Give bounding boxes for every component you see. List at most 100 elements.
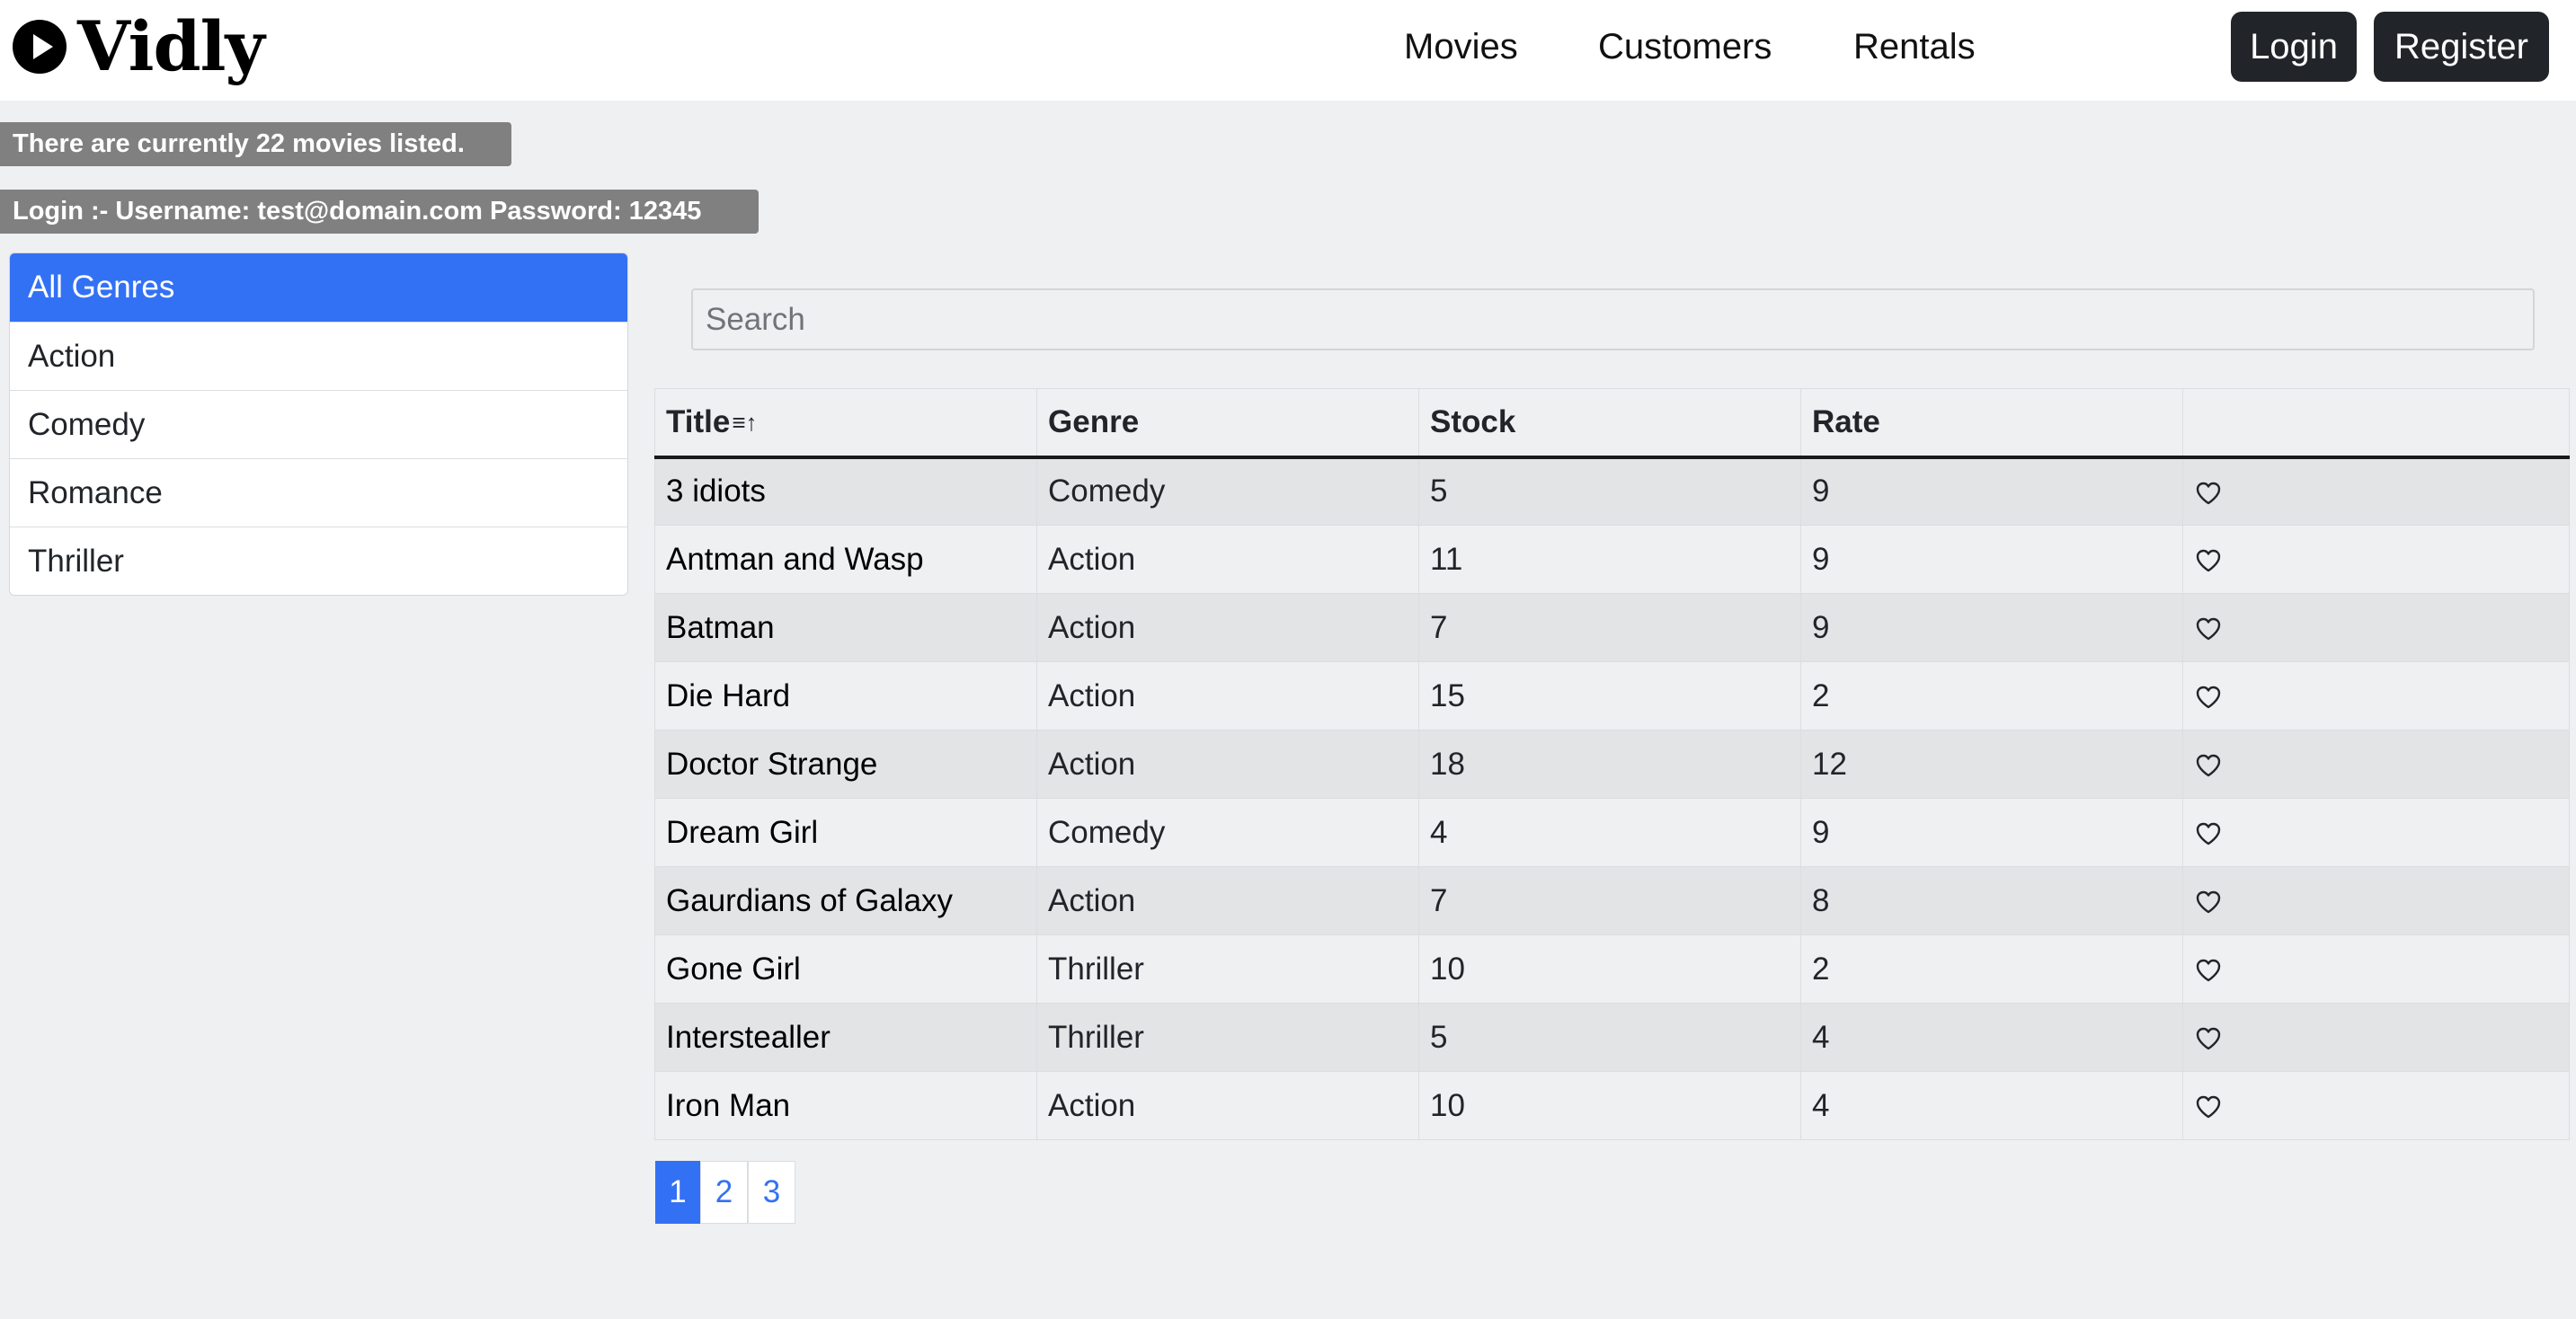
sort-alpha-ascending-icon: ≡↑: [732, 408, 758, 436]
cell-like: [2182, 593, 2570, 662]
nav-link-rentals[interactable]: Rentals: [1853, 18, 1976, 75]
cell-genre: Action: [1036, 866, 1419, 935]
heart-icon[interactable]: [2194, 479, 2223, 508]
cell-genre: Comedy: [1036, 798, 1419, 867]
heart-icon[interactable]: [2194, 546, 2223, 575]
cell-title: 3 idiots: [654, 456, 1037, 526]
login-button[interactable]: Login: [2231, 12, 2357, 82]
table-row: Batman Action 7 9: [654, 593, 2570, 662]
page-link-2[interactable]: 2: [700, 1161, 748, 1224]
cell-title: Dream Girl: [654, 798, 1037, 867]
cell-like: [2182, 798, 2570, 867]
cell-stock: 5: [1418, 456, 1801, 526]
column-header-title-label: Title: [666, 403, 731, 439]
cell-title: Interstealler: [654, 1003, 1037, 1072]
cell-genre: Thriller: [1036, 1003, 1419, 1072]
table-row: Doctor Strange Action 18 12: [654, 730, 2570, 799]
table-header-row: Title≡↑ Genre Stock Rate: [654, 388, 2570, 459]
heart-icon[interactable]: [2194, 1024, 2223, 1053]
cell-like: [2182, 934, 2570, 1004]
cell-stock: 15: [1418, 661, 1801, 730]
heart-icon[interactable]: [2194, 956, 2223, 985]
brand-logo-link[interactable]: Vidly: [11, 0, 265, 93]
login-hint-badge: Login :- Username: test@domain.com Passw…: [0, 190, 759, 234]
cell-genre: Action: [1036, 593, 1419, 662]
table-row: Iron Man Action 10 4: [654, 1071, 2570, 1140]
cell-stock: 4: [1418, 798, 1801, 867]
cell-title: Antman and Wasp: [654, 525, 1037, 594]
heart-icon[interactable]: [2194, 1093, 2223, 1121]
table-row: 3 idiots Comedy 5 9: [654, 456, 2570, 526]
table-row: Interstealler Thriller 5 4: [654, 1003, 2570, 1072]
cell-like: [2182, 525, 2570, 594]
cell-title: Gaurdians of Galaxy: [654, 866, 1037, 935]
column-header-like: [2182, 388, 2570, 459]
cell-title: Gone Girl: [654, 934, 1037, 1004]
table-row: Gaurdians of Galaxy Action 7 8: [654, 866, 2570, 935]
cell-genre: Action: [1036, 661, 1419, 730]
cell-like: [2182, 730, 2570, 799]
nav-link-movies[interactable]: Movies: [1404, 18, 1518, 75]
cell-title: Die Hard: [654, 661, 1037, 730]
cell-rate: 9: [1800, 593, 2183, 662]
cell-stock: 10: [1418, 934, 1801, 1004]
heart-icon[interactable]: [2194, 683, 2223, 712]
cell-stock: 7: [1418, 866, 1801, 935]
cell-genre: Action: [1036, 525, 1419, 594]
cell-stock: 7: [1418, 593, 1801, 662]
cell-rate: 2: [1800, 661, 2183, 730]
heart-icon[interactable]: [2194, 615, 2223, 643]
cell-rate: 9: [1800, 525, 2183, 594]
search-input[interactable]: [691, 288, 2535, 350]
cell-rate: 9: [1800, 798, 2183, 867]
table-row: Antman and Wasp Action 11 9: [654, 525, 2570, 594]
cell-rate: 8: [1800, 866, 2183, 935]
cell-stock: 10: [1418, 1071, 1801, 1140]
heart-icon[interactable]: [2194, 888, 2223, 916]
navbar: Vidly Movies Customers Rentals Login Reg…: [0, 0, 2576, 101]
cell-genre: Action: [1036, 730, 1419, 799]
genre-item-all-genres[interactable]: All Genres: [10, 253, 627, 322]
cell-like: [2182, 456, 2570, 526]
cell-genre: Thriller: [1036, 934, 1419, 1004]
genre-item-romance[interactable]: Romance: [10, 458, 627, 527]
cell-rate: 2: [1800, 934, 2183, 1004]
heart-icon[interactable]: [2194, 819, 2223, 848]
movie-count-badge: There are currently 22 movies listed.: [0, 122, 511, 166]
genre-item-action[interactable]: Action: [10, 322, 627, 390]
cell-title: Batman: [654, 593, 1037, 662]
pagination: 1 2 3: [655, 1161, 795, 1224]
cell-rate: 4: [1800, 1003, 2183, 1072]
cell-like: [2182, 1003, 2570, 1072]
cell-like: [2182, 1071, 2570, 1140]
column-header-genre[interactable]: Genre: [1036, 388, 1419, 459]
genre-list: All Genres Action Comedy Romance Thrille…: [9, 252, 628, 596]
cell-genre: Action: [1036, 1071, 1419, 1140]
table-body: 3 idiots Comedy 5 9 Antman and Wasp Action 11 9…: [654, 456, 2570, 1140]
genre-item-comedy[interactable]: Comedy: [10, 390, 627, 458]
cell-title: Iron Man: [654, 1071, 1037, 1140]
movies-table: Title≡↑ Genre Stock Rate 3 idiots Comedy 5…: [654, 388, 2570, 1140]
page-link-1[interactable]: 1: [655, 1161, 700, 1224]
cell-like: [2182, 661, 2570, 730]
column-header-title[interactable]: Title≡↑: [654, 388, 1037, 459]
nav-link-customers[interactable]: Customers: [1598, 18, 1772, 75]
table-row: Gone Girl Thriller 10 2: [654, 934, 2570, 1004]
cell-title: Doctor Strange: [654, 730, 1037, 799]
cell-like: [2182, 866, 2570, 935]
cell-stock: 5: [1418, 1003, 1801, 1072]
cell-stock: 18: [1418, 730, 1801, 799]
cell-rate: 9: [1800, 456, 2183, 526]
play-circle-icon: [11, 18, 68, 75]
column-header-rate[interactable]: Rate: [1800, 388, 2183, 459]
cell-genre: Comedy: [1036, 456, 1419, 526]
heart-icon[interactable]: [2194, 751, 2223, 780]
page-link-3[interactable]: 3: [748, 1161, 795, 1224]
table-row: Dream Girl Comedy 4 9: [654, 798, 2570, 867]
cell-rate: 4: [1800, 1071, 2183, 1140]
table-row: Die Hard Action 15 2: [654, 661, 2570, 730]
column-header-stock[interactable]: Stock: [1418, 388, 1801, 459]
cell-rate: 12: [1800, 730, 2183, 799]
register-button[interactable]: Register: [2374, 12, 2549, 82]
genre-item-thriller[interactable]: Thriller: [10, 527, 627, 595]
